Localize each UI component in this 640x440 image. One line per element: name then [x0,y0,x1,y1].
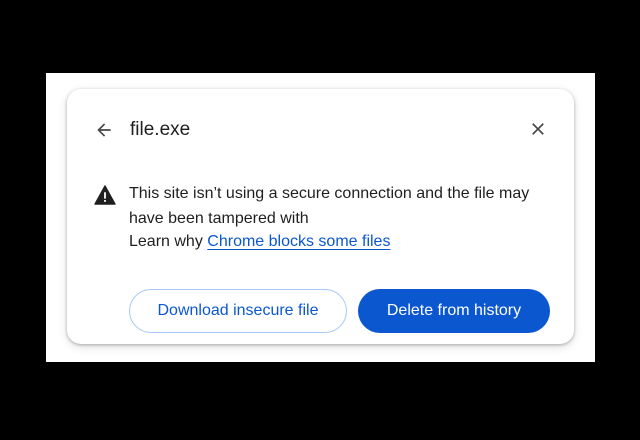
warning-message: This site isn’t using a secure connectio… [129,185,530,227]
screenshot-canvas: file.exe This site isn’t using a secure … [46,73,595,362]
delete-from-history-button[interactable]: Delete from history [358,289,550,333]
download-insecure-file-button[interactable]: Download insecure file [129,289,347,333]
dialog-title: file.exe [130,119,191,140]
learn-why-prefix: Learn why [129,233,203,250]
learn-why-row: Learn why Chrome blocks some files [129,229,390,254]
arrow-back-icon [97,123,111,137]
close-button[interactable] [524,115,552,143]
back-button[interactable] [91,117,117,143]
chrome-blocks-files-link[interactable]: Chrome blocks some files [207,233,390,250]
close-icon [532,123,544,135]
warning-triangle-icon [94,185,116,205]
download-warning-dialog: file.exe This site isn’t using a secure … [67,89,574,344]
